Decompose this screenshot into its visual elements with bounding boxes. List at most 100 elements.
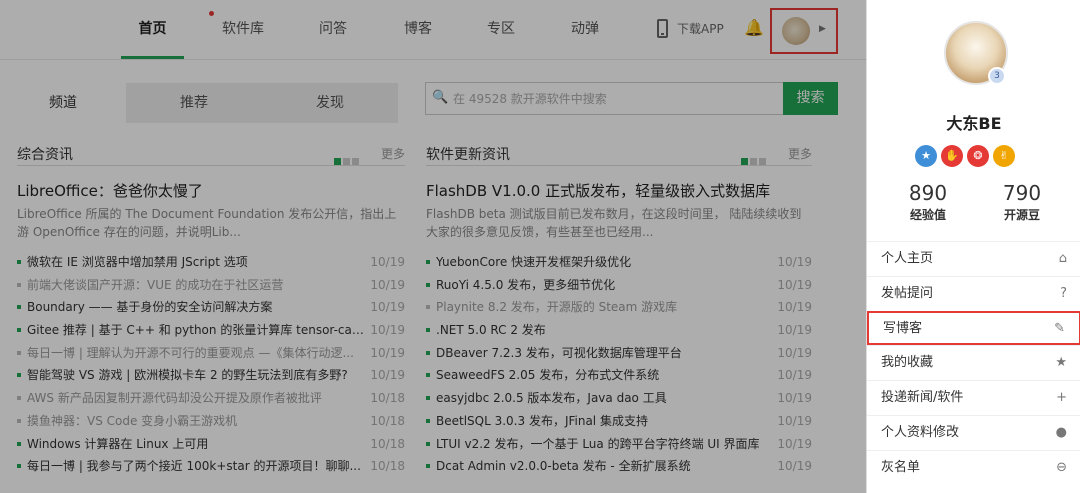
menu-item[interactable]: 我的收藏 ★	[867, 345, 1080, 380]
news-item-title: YuebonCore 快速开发框架升级优化	[436, 255, 632, 269]
news-item[interactable]: BeetlSQL 3.0.3 发布，JFinal 集成支持 10/19	[426, 410, 812, 433]
download-app-link[interactable]: 下载APP	[677, 20, 724, 37]
news-item[interactable]: easyjdbc 2.0.5 版本发布，Java dao 工具 10/19	[426, 387, 812, 410]
nav-blog[interactable]: 博客	[393, 0, 443, 60]
menu-item[interactable]: 个人主页 ⌂	[867, 241, 1080, 276]
news-item[interactable]: 智能驾驶 VS 游戏 | 欧洲模拟卡车 2 的野生玩法到底有多野? 10/19	[17, 364, 405, 387]
news-item-title: DBeaver 7.2.3 发布，可视化数据库管理平台	[436, 345, 682, 360]
news-item-date: 10/18	[370, 391, 405, 406]
menu-item-label: 发帖提问	[881, 285, 934, 301]
more-link[interactable]: 更多	[381, 145, 405, 162]
news-item[interactable]: Boundary —— 基于身份的安全访问解决方案 10/19	[17, 296, 405, 319]
news-item-title: .NET 5.0 RC 2 发布	[436, 323, 546, 338]
news-item[interactable]: 每日一博 | 我参与了两个接近 100k+star 的开源项目！聊聊... 10/…	[17, 455, 405, 478]
news-item-date: 10/18	[370, 413, 405, 428]
nav-qa[interactable]: 问答	[308, 0, 358, 60]
news-item-date: 10/19	[777, 255, 812, 269]
news-item[interactable]: YuebonCore 快速开发框架升级优化 10/19	[426, 251, 812, 274]
bean-label: 开源豆	[1003, 208, 1040, 222]
menu-item[interactable]: 灰名单 ⊖	[867, 449, 1080, 485]
tab-recommend-label: 推荐	[180, 95, 208, 111]
menu-item-label: 写博客	[883, 320, 923, 336]
news-item-title: 每日一博 | 我参与了两个接近 100k+star 的开源项目！聊聊...	[27, 459, 361, 474]
news-item-date: 10/19	[777, 300, 812, 315]
news-item-date: 10/19	[370, 277, 405, 292]
carousel-indicator[interactable]	[739, 150, 766, 169]
medal-icon[interactable]: ✌	[993, 145, 1015, 167]
section-header: 综合资讯 更多	[17, 140, 405, 166]
nav-software[interactable]: 软件库	[212, 0, 274, 60]
news-item-title: 每日一博 | 理解认为开源不可行的重要观点 —《集体行动逻...	[27, 345, 354, 360]
news-item-date: 10/19	[370, 255, 405, 269]
news-item-title: RuoYi 4.5.0 发布，更多细节优化	[436, 277, 616, 292]
news-item[interactable]: Gitee 推荐 | 基于 C++ 和 python 的张量计算库 tensor…	[17, 319, 405, 342]
news-item[interactable]: Windows 计算器在 Linux 上可用 10/18	[17, 433, 405, 456]
bean-value: 790	[1002, 181, 1042, 205]
news-item-date: 10/19	[777, 345, 812, 360]
user-menu-panel: 3 大东BE ★ ✋ ❂ ✌ 890 经验值 790 开源豆 个人主页 ⌂ 发帖提问…	[866, 0, 1080, 493]
tab-discover[interactable]: 发现	[262, 83, 398, 123]
nav-home[interactable]: 首页	[121, 0, 184, 60]
featured-article-summary: LibreOffice 所属的 The Document Foundation …	[17, 207, 397, 239]
news-item-date: 10/19	[777, 391, 812, 406]
block-icon: ⊖	[1056, 459, 1067, 475]
news-item-title: Playnite 8.2 发布，开源版的 Steam 游戏库	[436, 300, 678, 315]
menu-item[interactable]: 写博客 ✎	[867, 310, 1080, 346]
more-link[interactable]: 更多	[788, 145, 812, 162]
search-input[interactable]	[453, 89, 773, 109]
menu-item[interactable]: 发帖提问?	[867, 275, 1080, 311]
news-item-date: 10/18	[370, 459, 405, 474]
news-item[interactable]: RuoYi 4.5.0 发布，更多细节优化 10/19	[426, 274, 812, 297]
news-item-title: Windows 计算器在 Linux 上可用	[27, 436, 209, 451]
featured-article-title[interactable]: LibreOffice：爸爸你太慢了	[17, 180, 405, 201]
tab-recommend[interactable]: 推荐	[126, 83, 262, 123]
menu-item[interactable]: 投递新闻/软件 +	[867, 380, 1080, 415]
news-item-title: easyjdbc 2.0.5 版本发布，Java dao 工具	[436, 391, 667, 406]
news-item[interactable]: DBeaver 7.2.3 发布，可视化数据库管理平台 10/19	[426, 342, 812, 365]
nav-tweet[interactable]: 动弹	[560, 0, 610, 60]
user-icon: ●	[1055, 424, 1067, 440]
menu-item-label: 我的收藏	[881, 355, 934, 371]
exp-label: 经验值	[909, 208, 946, 222]
bell-icon[interactable]: 🔔	[744, 18, 764, 37]
news-item-date: 10/19	[370, 368, 405, 383]
news-item-date: 10/19	[777, 277, 812, 292]
tab-channel[interactable]: 频道	[0, 83, 126, 123]
news-item-date: 10/19	[777, 323, 812, 338]
news-item[interactable]: 微软在 IE 浏览器中增加禁用 JScript 选项 10/19	[17, 251, 405, 274]
phone-icon[interactable]	[657, 19, 668, 38]
news-item[interactable]: 摸鱼神器：VS Code 变身小霸王游戏机 10/18	[17, 410, 405, 433]
carousel-indicator[interactable]	[332, 150, 359, 169]
news-list: 微软在 IE 浏览器中增加禁用 JScript 选项 10/19 前端大佬谈国产开源…	[17, 251, 405, 478]
notification-dot	[209, 11, 214, 16]
user-avatar-menu[interactable]: ▶	[770, 8, 838, 54]
news-item[interactable]: 前端大佬谈国产开源：VUE 的成功在于社区运营 10/19	[17, 274, 405, 297]
menu-item-label: 投递新闻/软件	[881, 390, 964, 406]
news-item[interactable]: AWS 新产品因复制开源代码却没公开提及原作者被批评 10/18	[17, 387, 405, 410]
username[interactable]: 大东BE	[867, 110, 1080, 134]
news-item[interactable]: .NET 5.0 RC 2 发布 10/19	[426, 319, 812, 342]
featured-article-title[interactable]: FlashDB V1.0.0 正式版发布，轻量级嵌入式数据库	[426, 180, 812, 201]
section-header: 软件更新资讯 更多	[426, 140, 812, 166]
news-item[interactable]: SeaweedFS 2.05 发布，分布式文件系统 10/19	[426, 364, 812, 387]
nav-zone[interactable]: 专区	[476, 0, 526, 60]
news-item-title: SeaweedFS 2.05 发布，分布式文件系统	[436, 368, 660, 383]
menu-item-label: 个人资料修改	[881, 424, 960, 440]
news-item[interactable]: 每日一博 | 理解认为开源不可行的重要观点 —《集体行动逻... 10/19	[17, 342, 405, 365]
medal-icon[interactable]: ★	[915, 145, 937, 167]
search-button[interactable]: 搜索	[783, 82, 838, 115]
news-item-date: 10/19	[777, 413, 812, 428]
medal-icon[interactable]: ❂	[967, 145, 989, 167]
news-item-date: 10/19	[777, 459, 812, 474]
news-item[interactable]: Dcat Admin v2.0.0-beta 发布 - 全新扩展系统 10/19	[426, 455, 812, 478]
news-item[interactable]: LTUI v2.2 发布，一个基于 Lua 的跨平台字符终端 UI 界面库 10/…	[426, 433, 812, 456]
news-item-title: AWS 新产品因复制开源代码却没公开提及原作者被批评	[27, 391, 322, 406]
section-title: 软件更新资讯	[426, 147, 510, 163]
menu-item[interactable]: 个人资料修改 ●	[867, 414, 1080, 450]
medal-icon[interactable]: ✋	[941, 145, 963, 167]
news-item-title: BeetlSQL 3.0.3 发布，JFinal 集成支持	[436, 413, 648, 428]
menu-item-label: 个人主页	[881, 251, 934, 266]
news-item-date: 10/19	[370, 300, 405, 315]
news-item[interactable]: Playnite 8.2 发布，开源版的 Steam 游戏库 10/19	[426, 296, 812, 319]
menu-item-label: 灰名单	[881, 459, 921, 475]
